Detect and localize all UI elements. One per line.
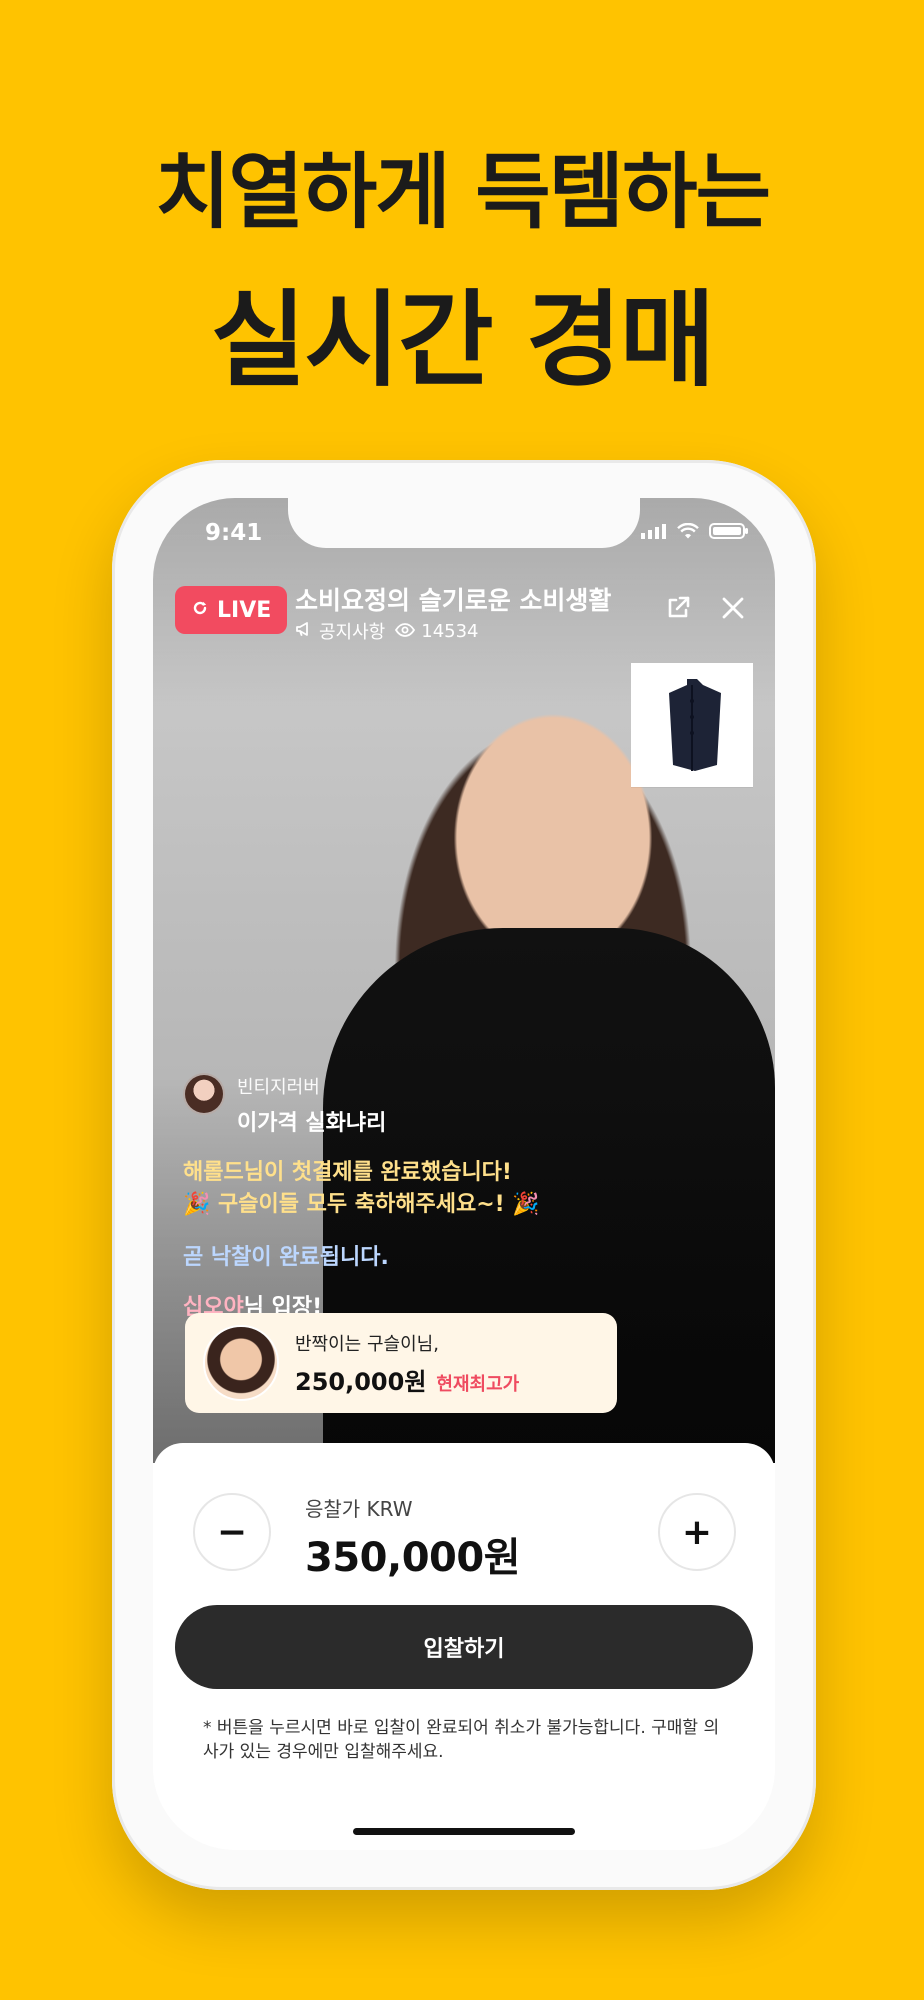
- viewer-count-value: 14534: [421, 620, 479, 642]
- notice-link[interactable]: 공지사항: [295, 618, 385, 644]
- notice-label: 공지사항: [319, 622, 386, 643]
- top-bid-tag: 현재최고가: [436, 1373, 520, 1395]
- promo-headline-line1: 치열하게 득템하는: [154, 145, 771, 240]
- chat-username: 빈티지러버: [237, 1077, 320, 1098]
- device-notch: [288, 498, 640, 548]
- bid-value: 350,000원: [305, 1535, 521, 1581]
- place-bid-button[interactable]: 입찰하기: [175, 1605, 753, 1689]
- live-badge-label: LIVE: [217, 597, 272, 623]
- bid-notice: * 버튼을 누르시면 바로 입찰이 완료되어 취소가 불가능합니다. 구매할 의…: [203, 1718, 720, 1762]
- top-bidder: 반짝이는 구슬이님,: [295, 1333, 439, 1355]
- status-icons: [641, 522, 749, 540]
- place-bid-label: 입찰하기: [423, 1637, 505, 1662]
- minus-icon: −: [216, 1511, 248, 1553]
- eye-icon: [395, 621, 416, 642]
- bid-panel: − 응찰가 KRW 350,000원 + 입찰하기 * 버튼을 누르시면 바로 …: [153, 1443, 775, 1850]
- chat-feed: 빈티지러버 이가격 실화냐리 해롤드님이 첫결제를 완료했습니다! 🎉 구슬이들…: [183, 1073, 743, 1321]
- top-bid-line: 250,000원 현재최고가: [295, 1362, 519, 1397]
- system-message-congrats: 해롤드님이 첫결제를 완료했습니다! 🎉 구슬이들 모두 축하해주세요~! 🎉: [183, 1157, 743, 1221]
- share-button[interactable]: [658, 590, 698, 630]
- close-button[interactable]: [713, 590, 753, 630]
- avatar: [183, 1073, 225, 1115]
- coat-image: [669, 679, 721, 771]
- system-congrats-line2: 🎉 구슬이들 모두 축하해주세요~! 🎉: [183, 1192, 540, 1217]
- live-title: 소비요정의 슬기로운 소비생활: [295, 586, 612, 615]
- share-icon: [664, 594, 692, 626]
- live-badge: LIVE: [175, 586, 288, 634]
- product-thumbnail[interactable]: [631, 663, 753, 787]
- plus-icon: +: [681, 1511, 713, 1553]
- wifi-icon: [677, 523, 699, 539]
- viewer-count: 14534: [395, 620, 479, 642]
- battery-icon: [709, 522, 749, 540]
- system-message-status: 곧 낙찰이 완료됩니다.: [183, 1245, 389, 1270]
- top-bid-card: 반짝이는 구슬이님, 250,000원 현재최고가: [185, 1313, 617, 1413]
- phone-screen: 9:41 LIVE 소비요정의 슬기로운 소비생활 공지사항 14534 빈티지…: [153, 498, 775, 1850]
- home-indicator[interactable]: [353, 1828, 575, 1835]
- system-congrats-line1: 해롤드님이 첫결제를 완료했습니다!: [183, 1160, 512, 1185]
- increase-bid-button[interactable]: +: [658, 1493, 736, 1571]
- signal-icon: [641, 523, 667, 539]
- refresh-icon: [191, 598, 209, 623]
- promo-headline-line2: 실시간 경매: [210, 279, 716, 401]
- avatar: [203, 1325, 279, 1401]
- live-meta: 공지사항 14534: [295, 618, 479, 644]
- bid-label: 응찰가 KRW: [305, 1497, 413, 1521]
- chat-message: 빈티지러버 이가격 실화냐리: [183, 1073, 743, 1137]
- close-icon: [719, 594, 747, 626]
- decrease-bid-button[interactable]: −: [193, 1493, 271, 1571]
- chat-text: 이가격 실화냐리: [237, 1111, 387, 1136]
- megaphone-icon: [295, 621, 313, 642]
- status-time: 9:41: [205, 520, 263, 546]
- top-bid-amount: 250,000원: [295, 1367, 427, 1396]
